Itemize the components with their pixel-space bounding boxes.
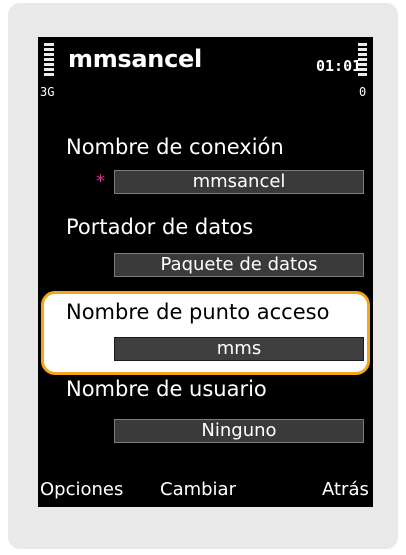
required-mark: * bbox=[96, 171, 105, 192]
user-name-field[interactable]: Ninguno bbox=[114, 419, 364, 443]
page-title: mmsancel bbox=[68, 45, 202, 73]
data-bearer-field[interactable]: Paquete de datos bbox=[114, 253, 364, 277]
field-label-connection-name: Nombre de conexión bbox=[66, 135, 284, 159]
network-type: 3G bbox=[40, 85, 55, 99]
battery-icon bbox=[358, 43, 367, 78]
options-softkey[interactable]: Opciones bbox=[40, 479, 123, 500]
battery-indicator: 0 bbox=[359, 85, 367, 99]
access-point-name-field[interactable]: mms bbox=[114, 337, 364, 361]
connection-name-field[interactable]: mmsancel bbox=[114, 170, 364, 194]
change-softkey[interactable]: Cambiar bbox=[160, 479, 236, 500]
field-label-user-name: Nombre de usuario bbox=[66, 377, 267, 401]
clock: 01:01 bbox=[316, 57, 362, 75]
back-softkey[interactable]: Atrás bbox=[322, 479, 369, 500]
field-label-data-bearer: Portador de datos bbox=[66, 215, 254, 239]
signal-strength-icon bbox=[44, 43, 54, 78]
screenshot-card: 3G mmsancel 01:01 0 Nombre de conexión *… bbox=[8, 3, 398, 549]
phone-screen: 3G mmsancel 01:01 0 Nombre de conexión *… bbox=[38, 37, 373, 507]
field-label-access-point-name: Nombre de punto acceso bbox=[66, 300, 330, 324]
